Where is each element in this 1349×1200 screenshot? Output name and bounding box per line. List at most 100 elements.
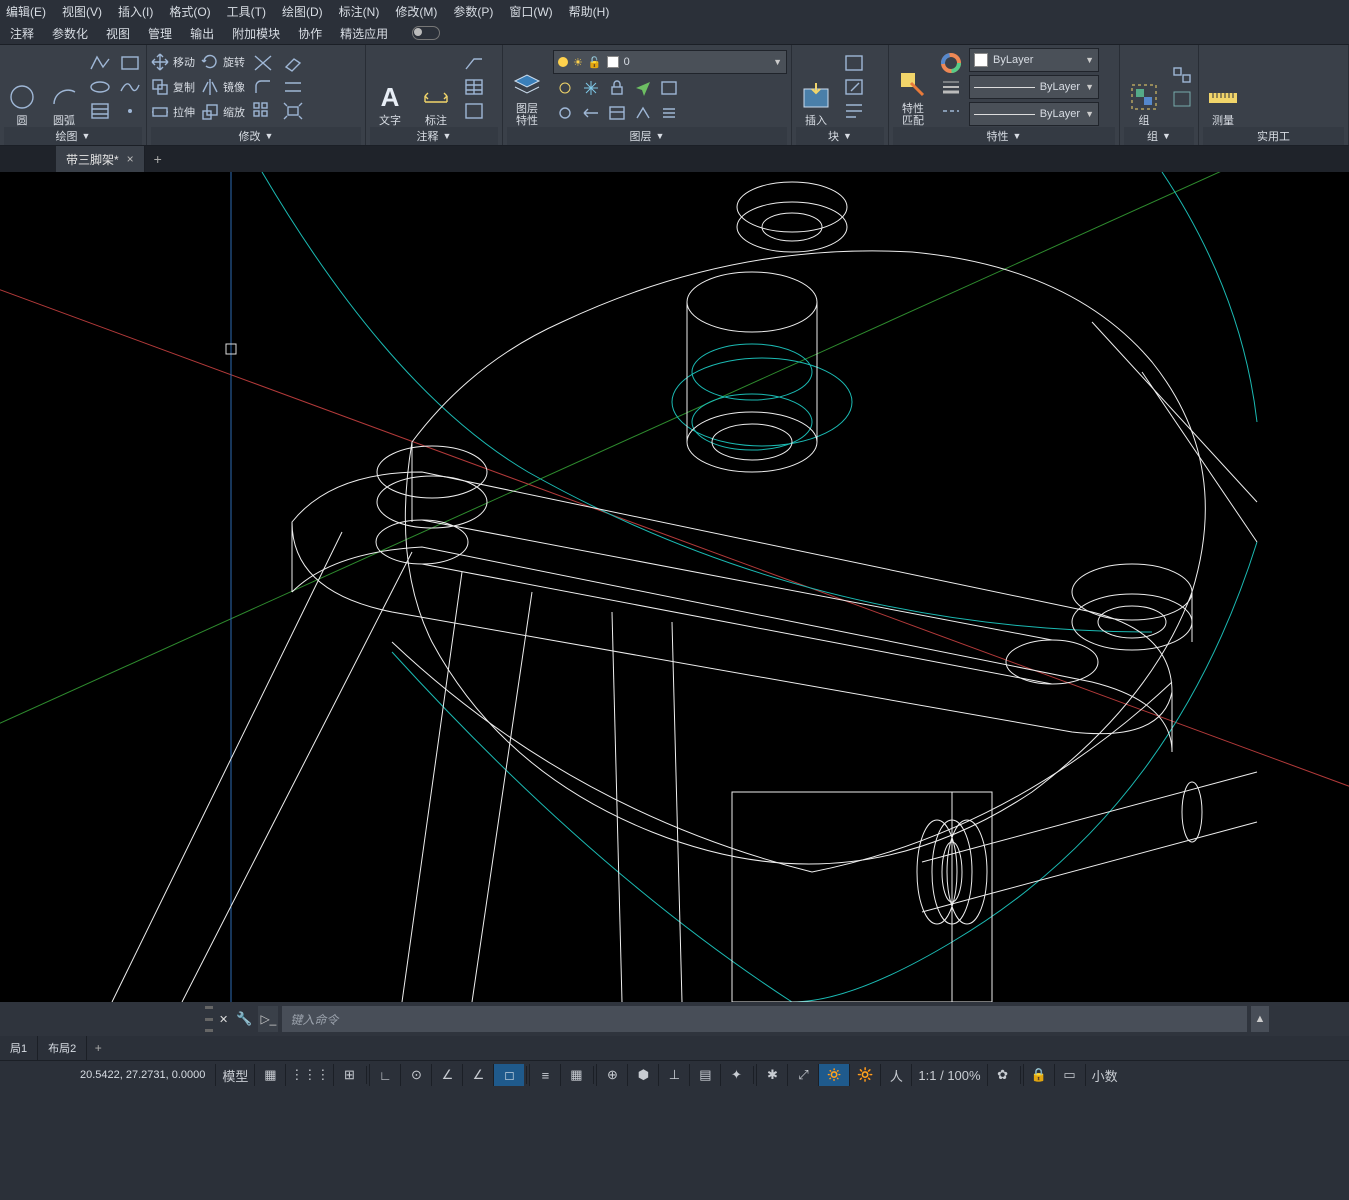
- menu-window[interactable]: 窗口(W): [509, 3, 552, 20]
- btn-insert-block[interactable]: 插入: [796, 47, 836, 127]
- units-readout[interactable]: 小数: [1085, 1064, 1124, 1086]
- command-history-button[interactable]: ▲: [1251, 1006, 1269, 1032]
- workspace-icon[interactable]: 🔆: [849, 1064, 880, 1086]
- layer-iso-icon[interactable]: [553, 102, 577, 124]
- explode-icon[interactable]: [281, 100, 305, 122]
- chevron-down-icon[interactable]: ▼: [656, 131, 665, 141]
- layer-prev-icon[interactable]: [579, 102, 603, 124]
- linetype-icon[interactable]: [939, 100, 963, 122]
- btn-text[interactable]: A 文字: [370, 47, 410, 127]
- menu-edit[interactable]: 编辑(E): [6, 3, 46, 20]
- array-icon[interactable]: [251, 100, 275, 122]
- layer-merge-icon[interactable]: [657, 102, 681, 124]
- group-edit-icon[interactable]: [1170, 88, 1194, 110]
- btn-stretch[interactable]: 拉伸: [151, 101, 195, 123]
- auto-scale-icon[interactable]: ⤢: [787, 1064, 818, 1086]
- menu-dim[interactable]: 标注(N): [339, 3, 380, 20]
- new-tab-button[interactable]: +: [145, 146, 171, 172]
- mtext-icon[interactable]: [462, 100, 486, 122]
- rect-icon[interactable]: [118, 52, 142, 74]
- btn-mirror[interactable]: 镜像: [201, 76, 245, 98]
- recent-commands-button[interactable]: ▷_: [258, 1006, 278, 1032]
- layer-make-current-icon[interactable]: [631, 77, 655, 99]
- lineweight-display-icon[interactable]: ≡: [529, 1064, 560, 1086]
- menu-view[interactable]: 视图(V): [62, 3, 102, 20]
- transparency-icon[interactable]: ▦: [560, 1064, 591, 1086]
- annotation-scale-icon[interactable]: 🔅: [818, 1064, 849, 1086]
- drawing-viewport[interactable]: [0, 172, 1349, 1002]
- lineweight-icon[interactable]: [939, 76, 963, 98]
- menu-insert[interactable]: 插入(I): [118, 3, 153, 20]
- layer-lock-icon[interactable]: [605, 77, 629, 99]
- close-icon[interactable]: ✕: [217, 1013, 230, 1026]
- ribtab-view[interactable]: 视图: [106, 25, 130, 42]
- btn-arc[interactable]: 圆弧: [46, 47, 82, 127]
- chevron-down-icon[interactable]: ▼: [443, 131, 452, 141]
- hatch-icon[interactable]: [88, 100, 112, 122]
- btn-move[interactable]: 移动: [151, 51, 195, 73]
- menu-draw[interactable]: 绘图(D): [282, 3, 323, 20]
- ribtab-collab[interactable]: 协作: [298, 25, 322, 42]
- chevron-down-icon[interactable]: ▼: [1013, 131, 1022, 141]
- snap-icon[interactable]: ⋮⋮⋮: [285, 1064, 333, 1086]
- layout-tab-1[interactable]: 局1: [0, 1036, 38, 1060]
- grip-icon[interactable]: [205, 1006, 213, 1032]
- btn-rotate[interactable]: 旋转: [201, 51, 245, 73]
- cycling-icon[interactable]: ⊕: [596, 1064, 627, 1086]
- edit-block-icon[interactable]: [842, 76, 866, 98]
- infer-icon[interactable]: ⊞: [333, 1064, 364, 1086]
- scale-readout[interactable]: 1:1 / 100%: [911, 1064, 986, 1086]
- workspace-switch-icon[interactable]: ✿: [987, 1064, 1018, 1086]
- osnap-tracking-icon[interactable]: ∠: [462, 1064, 493, 1086]
- layer-walk-icon[interactable]: [631, 102, 655, 124]
- ribtab-param[interactable]: 参数化: [52, 25, 88, 42]
- btn-measure[interactable]: 测量: [1203, 47, 1243, 127]
- btn-dim[interactable]: 标注: [416, 47, 456, 127]
- units-icon[interactable]: ▭: [1054, 1064, 1085, 1086]
- offset-icon[interactable]: [281, 76, 305, 98]
- layout-tab-2[interactable]: 布局2: [38, 1036, 87, 1060]
- dynamic-ucs-icon[interactable]: ⊥: [658, 1064, 689, 1086]
- model-space-button[interactable]: 模型: [215, 1064, 254, 1086]
- iso-icon[interactable]: ∠: [431, 1064, 462, 1086]
- gizmo-icon[interactable]: ✦: [720, 1064, 751, 1086]
- btn-match-prop[interactable]: 特性 匹配: [893, 47, 933, 127]
- color-wheel-icon[interactable]: [939, 52, 963, 74]
- file-tab-active[interactable]: 带三脚架* ×: [56, 146, 145, 172]
- leader-icon[interactable]: [462, 52, 486, 74]
- layer-freeze-icon[interactable]: [579, 77, 603, 99]
- menu-tools[interactable]: 工具(T): [227, 3, 266, 20]
- linetype-combo[interactable]: ByLayer▼: [969, 102, 1099, 126]
- coordinates-readout[interactable]: 20.5422, 27.2731, 0.0000: [0, 1069, 215, 1081]
- trim-icon[interactable]: [251, 52, 275, 74]
- lineweight-combo[interactable]: ByLayer▼: [969, 75, 1099, 99]
- ungroup-icon[interactable]: [1170, 64, 1194, 86]
- osnap-icon[interactable]: □: [493, 1064, 524, 1086]
- btn-group[interactable]: 组: [1124, 47, 1164, 127]
- spline-icon[interactable]: [118, 76, 142, 98]
- chevron-down-icon[interactable]: ▼: [265, 131, 274, 141]
- polyline-icon[interactable]: [88, 52, 112, 74]
- annotation-visibility-icon[interactable]: ✱: [756, 1064, 787, 1086]
- chevron-down-icon[interactable]: ▼: [1162, 131, 1171, 141]
- ribtab-ann[interactable]: 注释: [10, 25, 34, 42]
- attr-edit-icon[interactable]: [842, 100, 866, 122]
- fillet-icon[interactable]: [251, 76, 275, 98]
- layer-combo[interactable]: ☀ 🔓 0 ▼: [553, 50, 787, 74]
- ribtab-feat[interactable]: 精选应用: [340, 25, 388, 42]
- ribtab-output[interactable]: 输出: [190, 25, 214, 42]
- ribbon-toggle-switch[interactable]: [412, 26, 440, 40]
- table-icon[interactable]: [462, 76, 486, 98]
- btn-circle[interactable]: 圆: [4, 47, 40, 127]
- btn-copy[interactable]: 复制: [151, 76, 195, 98]
- wrench-icon[interactable]: 🔧: [234, 1011, 254, 1027]
- lock-ui-icon[interactable]: 🔒: [1023, 1064, 1054, 1086]
- close-icon[interactable]: ×: [127, 152, 134, 166]
- menu-modify[interactable]: 修改(M): [395, 3, 437, 20]
- ellipse-icon[interactable]: [88, 76, 112, 98]
- grid-icon[interactable]: ▦: [254, 1064, 285, 1086]
- point-icon[interactable]: [118, 100, 142, 122]
- btn-layer-properties[interactable]: 图层 特性: [507, 47, 547, 127]
- selection-filter-icon[interactable]: ▤: [689, 1064, 720, 1086]
- menu-format[interactable]: 格式(O): [169, 3, 210, 20]
